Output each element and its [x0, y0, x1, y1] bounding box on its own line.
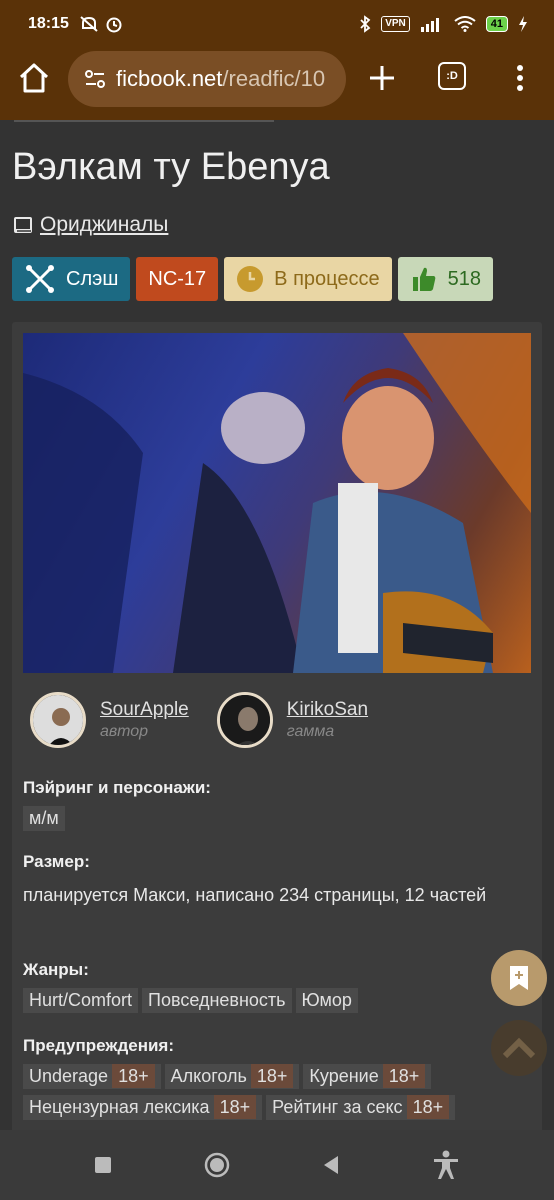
rating-badge[interactable]: NC-17: [136, 257, 219, 301]
genre-tag[interactable]: Hurt/Comfort: [23, 988, 139, 1013]
site-settings-icon[interactable]: [84, 68, 106, 90]
alarm-icon: [106, 17, 122, 33]
rating-label: NC-17: [148, 267, 207, 290]
warning-tag[interactable]: Курение 18+: [303, 1064, 432, 1089]
genres-title: Жанры:: [23, 960, 89, 979]
url-path: /readfic/10: [222, 66, 326, 91]
accessibility-icon[interactable]: [432, 1150, 460, 1180]
beta-role: гамма: [286, 723, 335, 740]
warning-tag[interactable]: Нецензурная лексика 18+: [23, 1095, 263, 1120]
direction-label: Слэш: [66, 267, 119, 290]
fandom-row: Ориджиналы: [12, 213, 168, 237]
cover-illustration: [23, 333, 531, 673]
scroll-top-button[interactable]: [491, 1020, 547, 1076]
warning-tag[interactable]: Алкоголь 18+: [164, 1064, 300, 1089]
browser-toolbar: ficbook.net/readfic/10 :D: [0, 50, 554, 108]
story-info-panel: SourApple автор KirikoSan гамма Пэйринг …: [12, 322, 542, 1130]
pairing-title: Пэйринг и персонажи:: [23, 778, 211, 797]
status-time: 18:15: [28, 15, 69, 32]
story-title: Вэлкам ту Ebenya: [12, 146, 330, 188]
cover-image[interactable]: [23, 333, 531, 673]
address-bar[interactable]: ficbook.net/readfic/10: [68, 51, 346, 107]
pairing-section: Пэйринг и персонажи: м/м: [23, 778, 211, 837]
url-text[interactable]: ficbook.net/readfic/10: [116, 66, 325, 92]
story-badges: Слэш NC-17 В процессе 518: [12, 257, 493, 301]
author-name[interactable]: SourApple: [100, 699, 189, 721]
book-icon: [14, 217, 32, 233]
status-bar: 18:15 VPN 41: [0, 0, 554, 48]
avatar[interactable]: [30, 692, 86, 748]
status-badge[interactable]: В процессе: [224, 257, 392, 301]
size-text: планируется Макси, написано 234 страницы…: [23, 885, 487, 905]
new-tab-icon[interactable]: [366, 62, 398, 94]
home-icon[interactable]: [16, 60, 52, 96]
warning-tag[interactable]: Underage 18+: [23, 1064, 161, 1089]
genre-tag[interactable]: Повседневность: [142, 988, 292, 1013]
slash-icon: [26, 265, 54, 293]
bluetooth-icon: [360, 15, 371, 33]
size-section: Размер: планируется Макси, написано 234 …: [23, 852, 523, 910]
bookmark-button[interactable]: [491, 950, 547, 1006]
charging-icon: [519, 16, 527, 32]
warning-label: Рейтинг за секс: [272, 1097, 403, 1117]
age-badge: 18+: [213, 1095, 257, 1119]
signal-icon: [420, 18, 439, 32]
chevron-up-icon: [502, 1037, 536, 1059]
recents-icon[interactable]: [94, 1156, 112, 1174]
status-label: В процессе: [274, 267, 380, 290]
warning-label: Underage: [29, 1066, 109, 1086]
more-menu-icon[interactable]: [510, 62, 530, 94]
thumbs-up-icon: [412, 267, 435, 291]
beta-card[interactable]: KirikoSan гамма: [216, 692, 368, 748]
browser-chrome: 18:15 VPN 41 ficbook.net/readfic/10 :D: [0, 0, 554, 120]
genre-tag[interactable]: Юмор: [295, 988, 358, 1013]
pairing-tag[interactable]: м/м: [23, 806, 65, 831]
age-badge: 18+: [382, 1064, 426, 1088]
home-nav-icon[interactable]: [204, 1152, 230, 1178]
warnings-title: Предупреждения:: [23, 1036, 174, 1055]
warning-label: Алкоголь: [170, 1066, 247, 1086]
size-title: Размер:: [23, 852, 90, 871]
system-nav-bar: [0, 1130, 554, 1200]
status-left-icons: [79, 15, 123, 33]
warning-label: Нецензурная лексика: [29, 1097, 210, 1117]
wifi-icon: [454, 16, 476, 32]
fandom-link[interactable]: Ориджиналы: [40, 213, 168, 237]
beta-name[interactable]: KirikoSan: [287, 699, 368, 721]
vpn-badge: VPN: [381, 16, 410, 32]
authors-row: SourApple автор KirikoSan гамма: [30, 692, 368, 748]
battery-indicator: 41: [485, 16, 508, 32]
author-role: автор: [100, 723, 149, 740]
url-domain: ficbook.net: [116, 66, 223, 91]
status-right-icons: VPN 41: [359, 15, 528, 33]
mute-icon: [80, 16, 98, 32]
likes-count: 518: [447, 267, 481, 290]
divider: [14, 120, 274, 122]
avatar[interactable]: [216, 692, 273, 748]
tab-switcher-button[interactable]: :D: [438, 62, 466, 90]
warning-tag[interactable]: Рейтинг за секс 18+: [266, 1095, 456, 1120]
age-badge: 18+: [250, 1064, 294, 1088]
likes-badge[interactable]: 518: [397, 257, 493, 301]
bookmark-add-icon: [510, 966, 528, 990]
age-badge: 18+: [112, 1064, 155, 1088]
clock-icon: [237, 266, 264, 292]
back-icon[interactable]: [322, 1155, 340, 1175]
warning-label: Курение: [309, 1066, 379, 1086]
author-card[interactable]: SourApple автор: [30, 692, 189, 748]
direction-badge[interactable]: Слэш: [12, 257, 131, 301]
page-content: Вэлкам ту Ebenya Ориджиналы Слэш NC-17 В…: [0, 120, 554, 1130]
genres-section: Жанры: Hurt/Comfort Повседневность Юмор: [23, 960, 362, 1019]
warnings-section: Предупреждения: Underage 18+ Алкоголь 18+ …: [23, 1036, 523, 1126]
age-badge: 18+: [406, 1095, 450, 1119]
